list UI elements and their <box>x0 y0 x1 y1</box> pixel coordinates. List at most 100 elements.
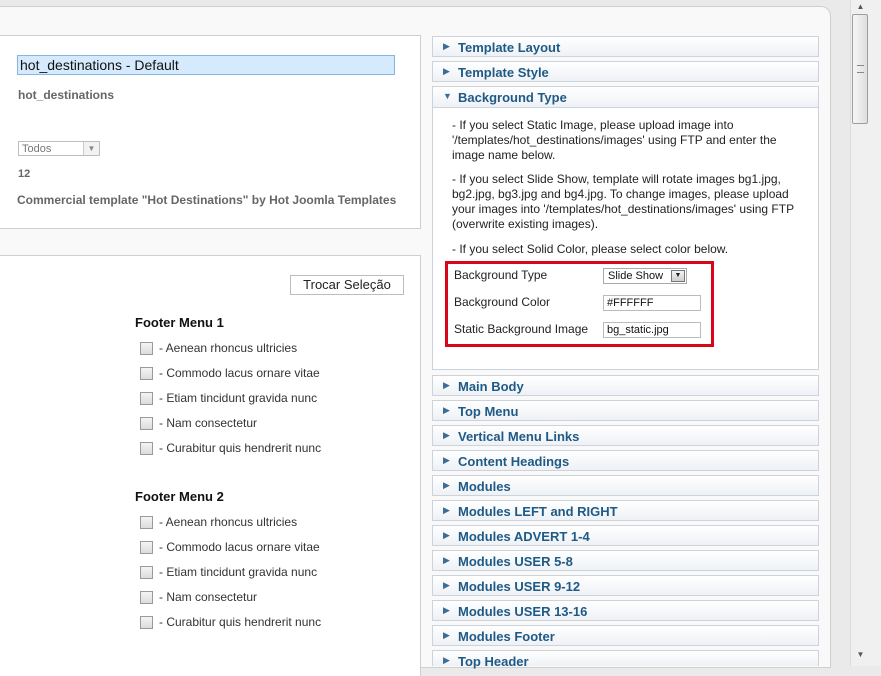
count-value: 12 <box>18 168 31 180</box>
chevron-down-icon: ▼ <box>83 142 99 155</box>
pane-label: Template Layout <box>458 40 561 55</box>
pane-modules[interactable]: ▶ Modules <box>432 475 819 496</box>
menu-group-title: Footer Menu 1 <box>135 315 224 330</box>
menu-item-checkbox[interactable]: - Curabitur quis hendrerit nunc <box>140 441 321 457</box>
highlight-box: Background Type Slide Show ▼ Background … <box>445 261 714 347</box>
template-name-input[interactable] <box>17 55 395 75</box>
chevron-right-icon: ▶ <box>443 505 450 515</box>
client-select[interactable]: Todos ▼ <box>18 141 100 156</box>
pane-label: Modules USER 5-8 <box>458 554 573 569</box>
scroll-down-icon[interactable]: ▼ <box>852 648 869 661</box>
pane-top-header[interactable]: ▶ Top Header <box>432 650 819 669</box>
menu-item-checkbox[interactable]: - Nam consectetur <box>140 590 257 606</box>
pane-template-style[interactable]: ▶ Template Style <box>432 61 819 82</box>
pane-label: Background Type <box>458 90 567 105</box>
menu-item-label: - Etiam tincidunt gravida nunc <box>159 391 318 405</box>
pane-label: Modules USER 13-16 <box>458 604 588 619</box>
chevron-right-icon: ▶ <box>443 380 450 390</box>
pane-template-layout[interactable]: ▶ Template Layout <box>432 36 819 57</box>
chevron-right-icon: ▶ <box>443 405 450 415</box>
pane-label: Main Body <box>458 379 524 394</box>
template-id-label: hot_destinations <box>18 88 115 102</box>
menu-item-checkbox[interactable]: - Aenean rhoncus ultricies <box>140 515 297 531</box>
menu-item-label: - Curabitur quis hendrerit nunc <box>159 441 322 455</box>
background-type-select[interactable]: Slide Show ▼ <box>603 268 687 284</box>
pane-vertical-menu-links[interactable]: ▶ Vertical Menu Links <box>432 425 819 446</box>
menu-assignment-section: Trocar Seleção Footer Menu 1 - Aenean rh… <box>0 255 421 676</box>
menu-item-label: - Aenean rhoncus ultricies <box>159 341 298 355</box>
pane-modules-footer[interactable]: ▶ Modules Footer <box>432 625 819 646</box>
pane-modules-user-13-16[interactable]: ▶ Modules USER 13-16 <box>432 600 819 621</box>
menu-group-title: Footer Menu 2 <box>135 489 224 504</box>
pane-label: Modules USER 9-12 <box>458 579 581 594</box>
checkbox[interactable] <box>140 442 153 456</box>
scroll-up-icon[interactable]: ▲ <box>852 0 869 13</box>
chevron-right-icon: ▶ <box>443 480 450 490</box>
menu-item-checkbox[interactable]: - Etiam tincidunt gravida nunc <box>140 391 317 407</box>
pane-modules-left-right[interactable]: ▶ Modules LEFT and RIGHT <box>432 500 819 521</box>
chevron-right-icon: ▶ <box>443 530 450 540</box>
pane-label: Top Menu <box>458 404 519 419</box>
background-type-label: Background Type <box>454 268 548 282</box>
pane-background-type[interactable]: ▼ Background Type <box>432 86 819 108</box>
menu-item-checkbox[interactable]: - Nam consectetur <box>140 416 257 432</box>
template-description: Commercial template "Hot Destinations" b… <box>17 193 397 207</box>
info-slide-show: - If you select Slide Show, template wil… <box>452 172 794 231</box>
chevron-right-icon: ▶ <box>443 555 450 565</box>
chevron-right-icon: ▶ <box>443 66 450 76</box>
background-color-input[interactable]: #FFFFFF <box>603 295 701 311</box>
menu-item-checkbox[interactable]: - Curabitur quis hendrerit nunc <box>140 615 321 631</box>
menu-item-label: - Curabitur quis hendrerit nunc <box>159 615 322 629</box>
details-section: hot_destinations Todos ▼ 12 Commercial t… <box>0 35 421 229</box>
checkbox[interactable] <box>140 367 153 381</box>
pane-label: Template Style <box>458 65 549 80</box>
pane-content-headings[interactable]: ▶ Content Headings <box>432 450 819 471</box>
background-type-value: Slide Show <box>608 270 664 282</box>
checkbox[interactable] <box>140 541 153 555</box>
pane-label: Modules <box>458 479 511 494</box>
menu-item-label: - Etiam tincidunt gravida nunc <box>159 565 318 579</box>
pane-label: Content Headings <box>458 454 570 469</box>
checkbox[interactable] <box>140 616 153 630</box>
menu-item-label: - Nam consectetur <box>159 416 258 430</box>
menu-item-checkbox[interactable]: - Commodo lacus ornare vitae <box>140 366 320 382</box>
checkbox[interactable] <box>140 392 153 406</box>
chevron-right-icon: ▶ <box>443 455 450 465</box>
template-edit-page: hot_destinations Todos ▼ 12 Commercial t… <box>0 0 881 676</box>
menu-item-checkbox[interactable]: - Aenean rhoncus ultricies <box>140 341 297 357</box>
pane-top-menu[interactable]: ▶ Top Menu <box>432 400 819 421</box>
scrollbar-thumb[interactable] <box>852 14 868 124</box>
info-solid-color: - If you select Solid Color, please sele… <box>452 242 729 256</box>
swap-selection-button[interactable]: Trocar Seleção <box>290 275 404 295</box>
info-static-image: - If you select Static Image, please upl… <box>452 118 777 162</box>
chevron-down-icon: ▼ <box>443 91 452 101</box>
menu-item-label: - Commodo lacus ornare vitae <box>159 540 320 554</box>
pane-label: Modules Footer <box>458 629 555 644</box>
pane-main-body[interactable]: ▶ Main Body <box>432 375 819 396</box>
chevron-right-icon: ▶ <box>443 655 450 665</box>
pane-label: Vertical Menu Links <box>458 429 580 444</box>
menu-item-label: - Commodo lacus ornare vitae <box>159 366 320 380</box>
menu-item-label: - Aenean rhoncus ultricies <box>159 515 298 529</box>
checkbox[interactable] <box>140 417 153 431</box>
pane-label: Top Header <box>458 654 529 669</box>
background-type-content: - If you select Static Image, please upl… <box>432 108 819 370</box>
checkbox[interactable] <box>140 516 153 530</box>
client-select-value: Todos <box>22 143 52 155</box>
chevron-right-icon: ▶ <box>443 580 450 590</box>
menu-item-checkbox[interactable]: - Etiam tincidunt gravida nunc <box>140 565 317 581</box>
pane-modules-advert[interactable]: ▶ Modules ADVERT 1-4 <box>432 525 819 546</box>
menu-item-checkbox[interactable]: - Commodo lacus ornare vitae <box>140 540 320 556</box>
chevron-down-icon: ▼ <box>671 270 685 282</box>
pane-modules-user-9-12[interactable]: ▶ Modules USER 9-12 <box>432 575 819 596</box>
chevron-right-icon: ▶ <box>443 630 450 640</box>
chevron-right-icon: ▶ <box>443 430 450 440</box>
pane-modules-user-5-8[interactable]: ▶ Modules USER 5-8 <box>432 550 819 571</box>
chevron-right-icon: ▶ <box>443 41 450 51</box>
checkbox[interactable] <box>140 342 153 356</box>
checkbox[interactable] <box>140 591 153 605</box>
background-color-label: Background Color <box>454 295 551 309</box>
static-background-image-label: Static Background Image <box>454 322 589 336</box>
checkbox[interactable] <box>140 566 153 580</box>
static-background-image-input[interactable]: bg_static.jpg <box>603 322 701 338</box>
